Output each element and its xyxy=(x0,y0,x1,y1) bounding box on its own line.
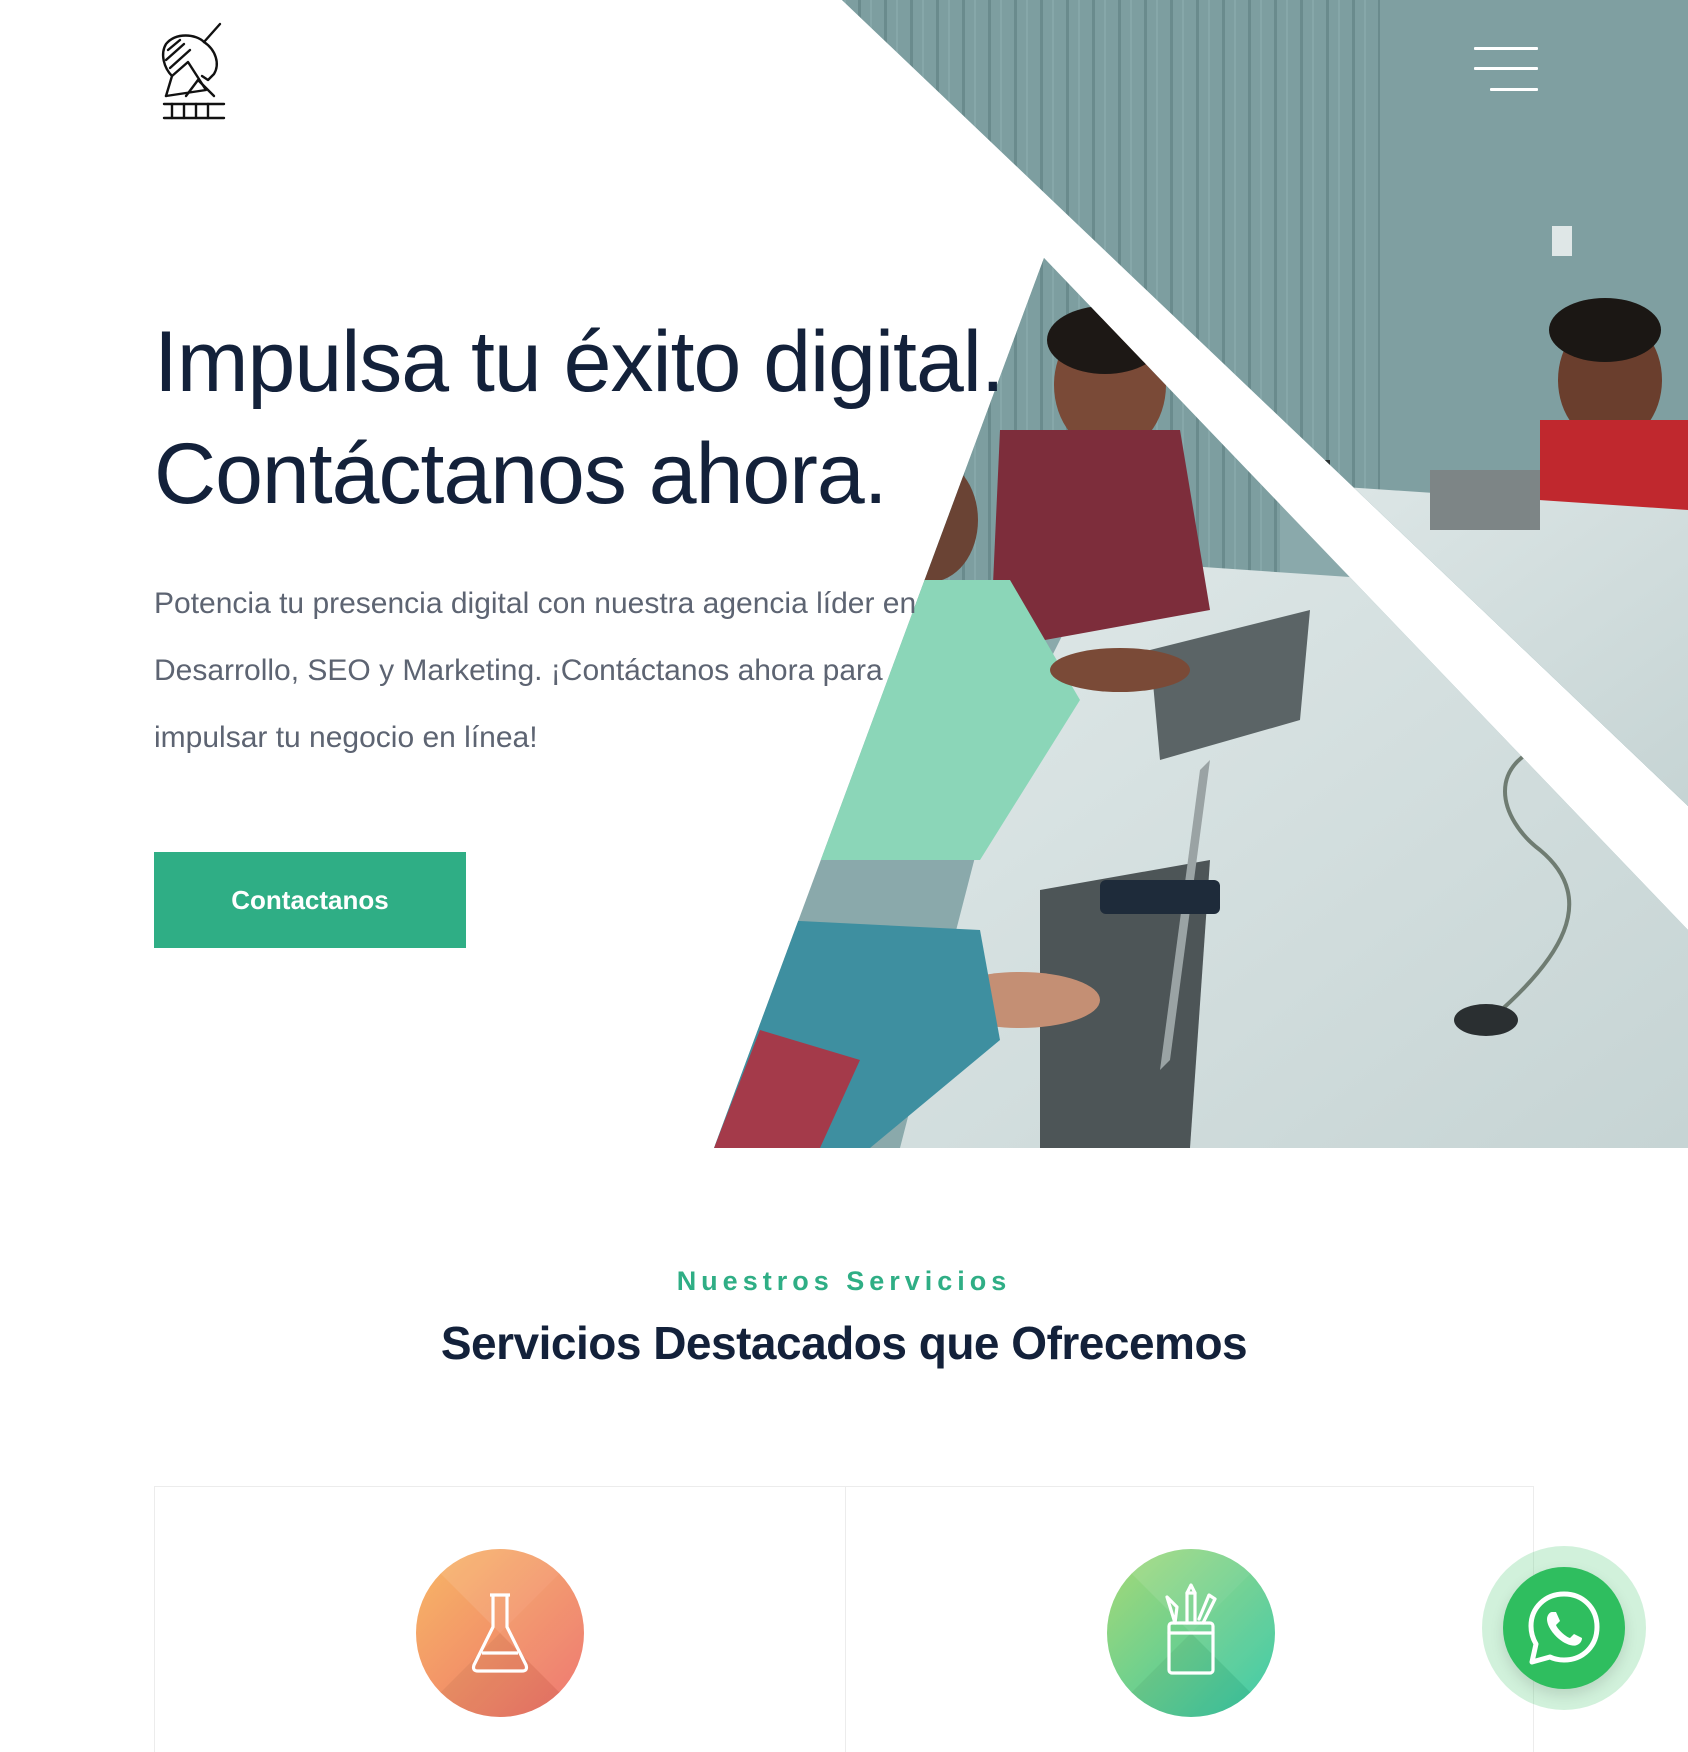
service-card[interactable] xyxy=(846,1487,1535,1752)
menu-line xyxy=(1474,47,1538,50)
pencil-cup-icon xyxy=(1107,1549,1275,1717)
hero-title-line-2: Contáctanos ahora. xyxy=(154,426,888,522)
menu-line xyxy=(1490,88,1538,91)
contact-button[interactable]: Contactanos xyxy=(154,852,466,948)
flask-icon xyxy=(416,1549,584,1717)
unicorn-logo-icon xyxy=(161,22,226,120)
hero-section: Impulsa tu éxito digital. Contáctanos ah… xyxy=(0,0,1688,1148)
whatsapp-icon xyxy=(1528,1591,1600,1665)
services-cards xyxy=(154,1486,1534,1752)
menu-line xyxy=(1474,67,1538,70)
hero-title: Impulsa tu éxito digital. Contáctanos ah… xyxy=(154,306,1014,530)
services-title: Servicios Destacados que Ofrecemos xyxy=(440,1317,1248,1369)
hero-title-line-1: Impulsa tu éxito digital. xyxy=(154,314,1005,410)
services-eyebrow: Nuestros Servicios xyxy=(676,1266,1012,1296)
service-card[interactable] xyxy=(155,1487,844,1752)
brand-logo[interactable] xyxy=(158,20,230,120)
hero-description: Potencia tu presencia digital con nuestr… xyxy=(154,587,917,754)
hamburger-menu-icon[interactable] xyxy=(1468,44,1538,94)
whatsapp-button[interactable] xyxy=(1482,1546,1646,1710)
whatsapp-button-inner xyxy=(1503,1567,1625,1689)
